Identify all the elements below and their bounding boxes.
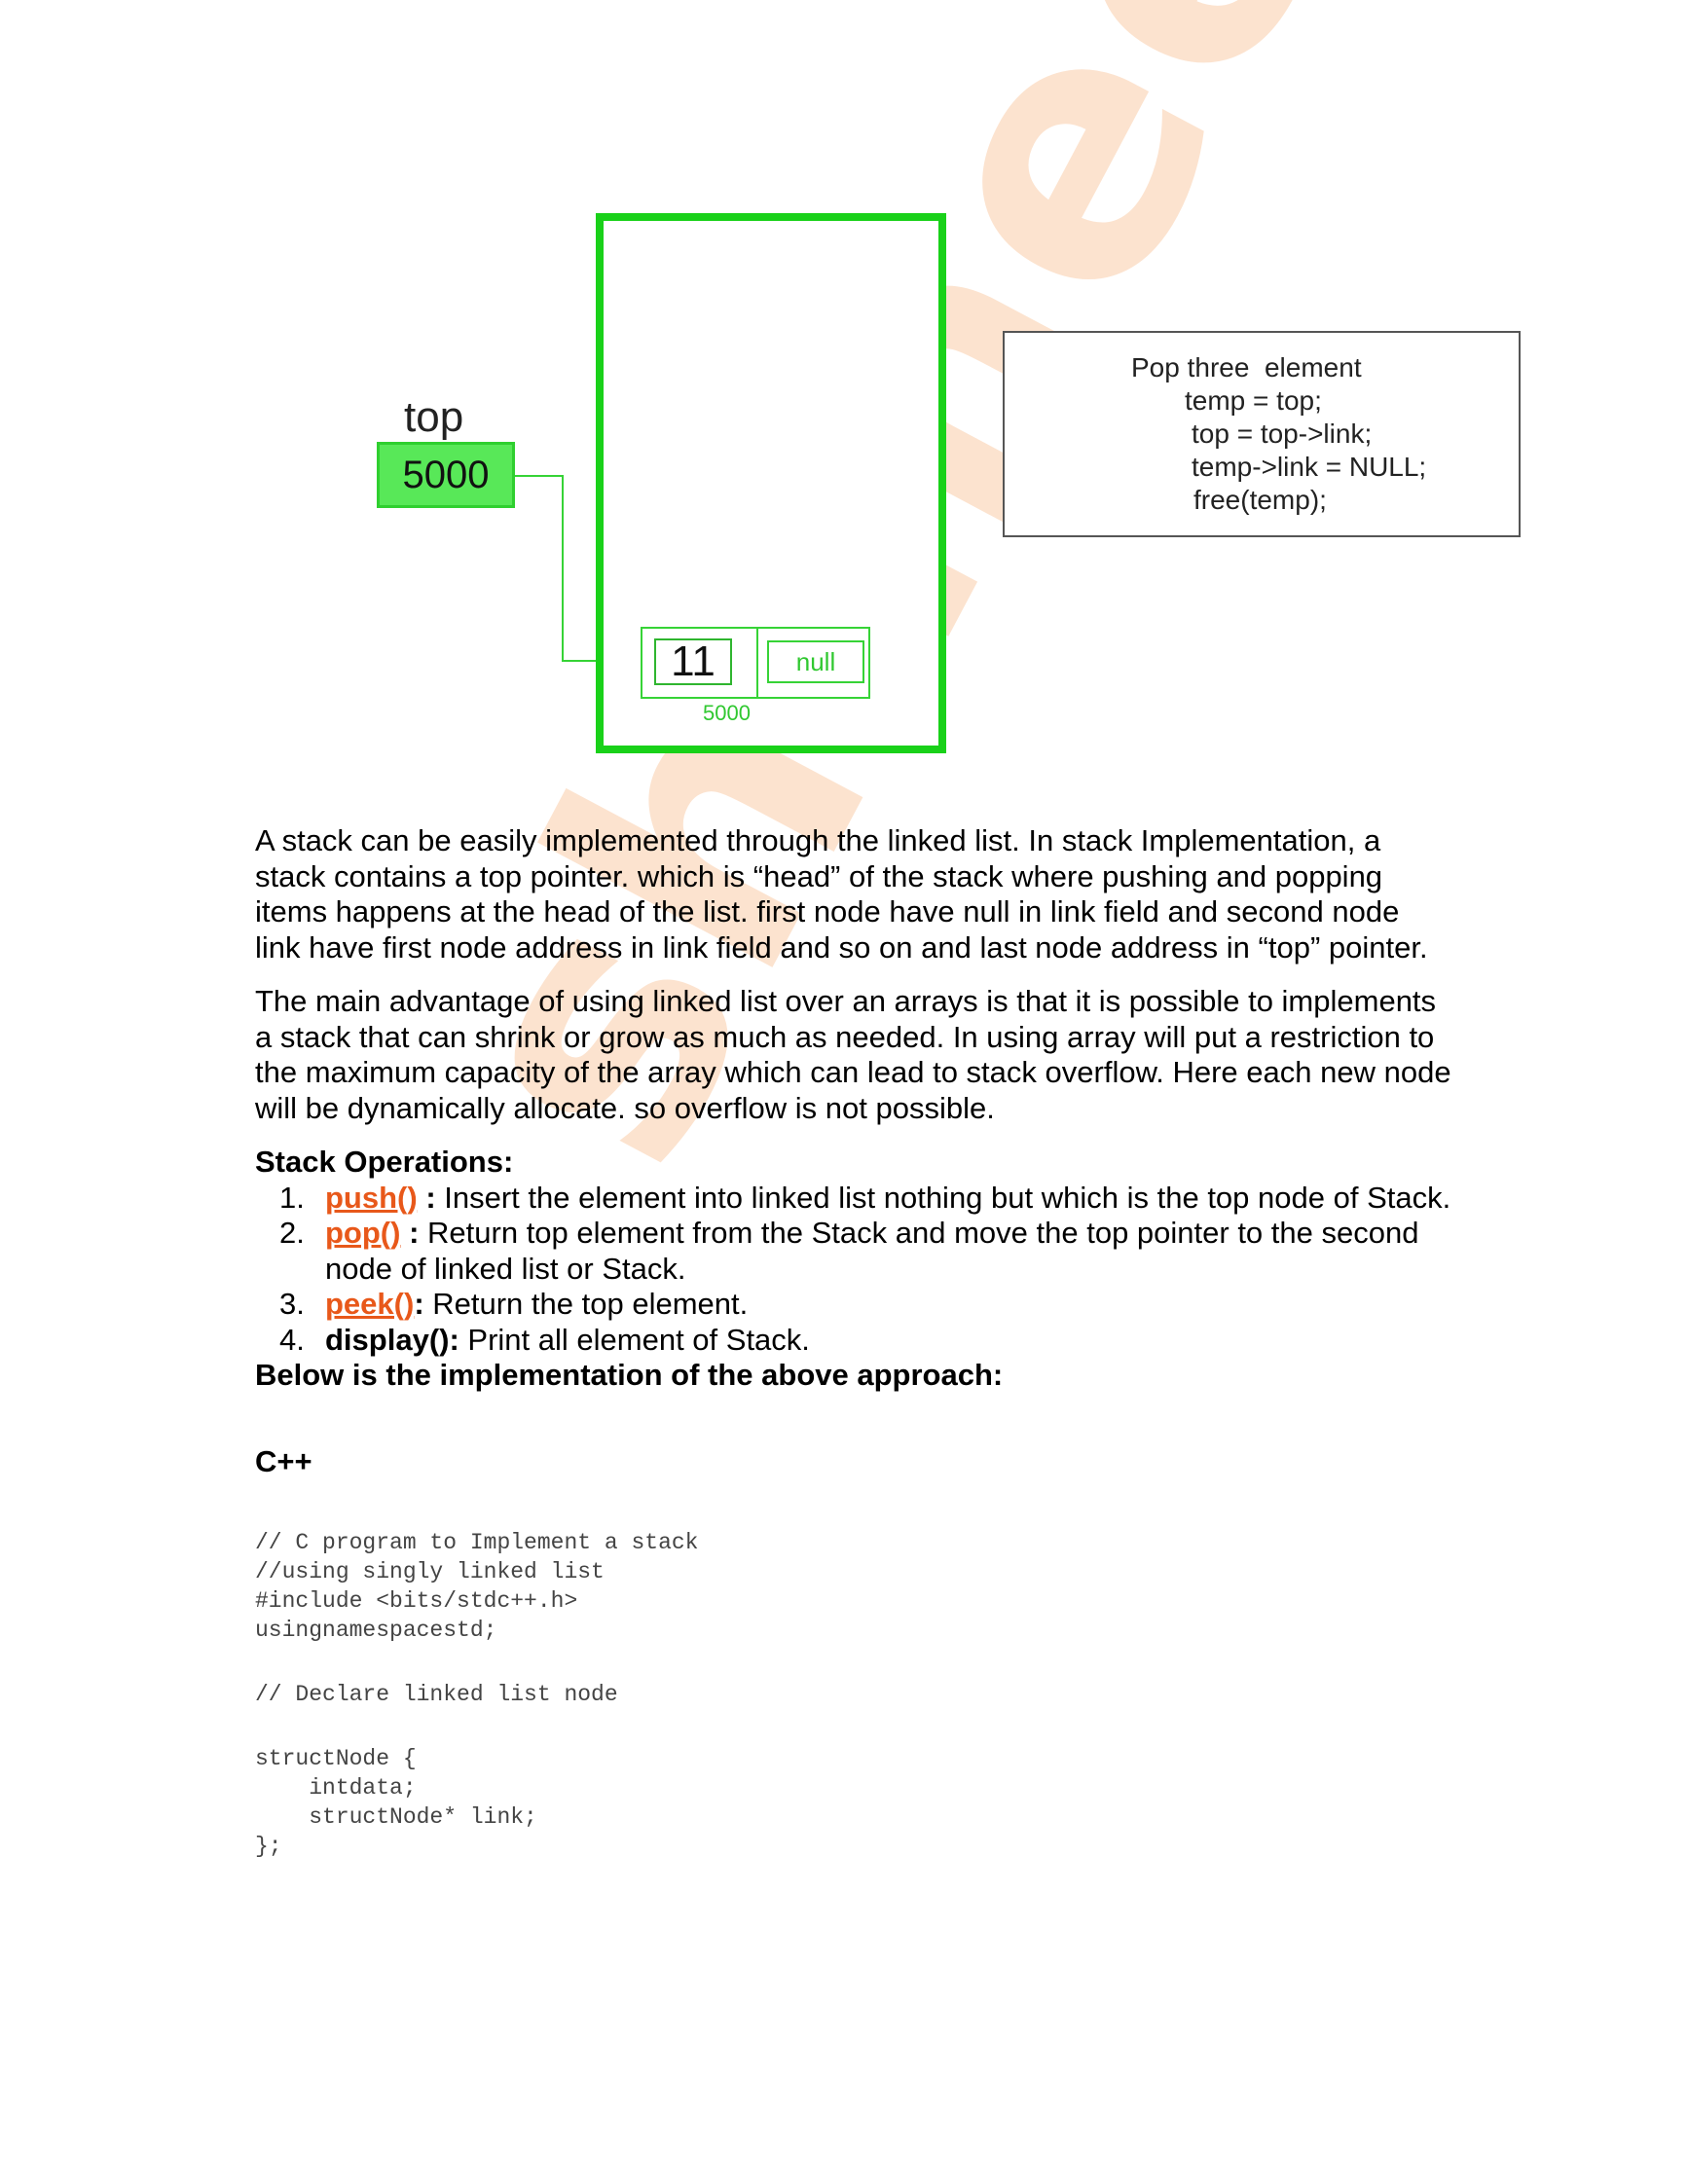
node-data-field: 11 xyxy=(654,637,732,685)
note-line: temp = top; xyxy=(1185,385,1322,416)
paragraph: A stack can be easily implemented throug… xyxy=(255,823,1428,965)
operation-desc: Insert the element into linked list noth… xyxy=(444,1180,1451,1215)
linked-list-node: 11 null xyxy=(641,627,870,699)
separator: : xyxy=(417,1180,445,1215)
pop-link[interactable]: pop() xyxy=(325,1216,400,1250)
node-link-field: null xyxy=(767,640,864,683)
display-op-name: display(): xyxy=(325,1322,459,1357)
operation-desc: Return top element from the Stack and mo… xyxy=(325,1216,1419,1286)
pop-code-note: Pop three element temp = top; top = top-… xyxy=(1003,331,1521,537)
code-block: structNode { intdata; structNode* link; … xyxy=(255,1746,537,1859)
list-item: 4. display(): Print all element of Stack. xyxy=(255,1323,1452,1359)
list-number: 1. xyxy=(279,1180,305,1215)
top-pointer-box: 5000 xyxy=(377,442,515,508)
paragraph: The main advantage of using linked list … xyxy=(255,984,1451,1125)
operations-list: 1. push() : Insert the element into linke… xyxy=(255,1181,1452,1359)
separator: : xyxy=(414,1287,433,1321)
note-title: Pop three element xyxy=(1131,352,1362,382)
note-line: temp->link = NULL; xyxy=(1192,452,1427,482)
push-link[interactable]: push() xyxy=(325,1181,418,1215)
language-title: C++ xyxy=(255,1443,312,1478)
list-number: 4. xyxy=(279,1322,305,1357)
implementation-heading: Below is the implementation of the above… xyxy=(255,1358,1004,1392)
list-item: 2. pop() : Return top element from the St… xyxy=(255,1216,1452,1287)
top-pointer-label: top xyxy=(404,393,464,441)
node-address: 5000 xyxy=(703,701,751,725)
separator: : xyxy=(400,1216,428,1250)
stack-diagram: top 5000 11 null 5000 Pop three element … xyxy=(0,0,1688,779)
peek-link[interactable]: peek() xyxy=(325,1287,414,1321)
document-page: shanee top 5000 11 null 5000 Pop three e… xyxy=(0,0,1688,2184)
document-body: A stack can be easily implemented throug… xyxy=(255,823,1452,1861)
node-divider xyxy=(756,629,758,697)
operations-heading: Stack Operations: xyxy=(255,1145,514,1179)
list-number: 3. xyxy=(279,1287,305,1321)
list-number: 2. xyxy=(279,1216,305,1250)
list-item: 1. push() : Insert the element into linke… xyxy=(255,1181,1452,1217)
list-item: 3. peek(): Return the top element. xyxy=(255,1287,1452,1323)
note-line: free(temp); xyxy=(1193,485,1327,515)
code-block: // C program to Implement a stack //usin… xyxy=(255,1530,699,1643)
code-block: // Declare linked list node xyxy=(255,1682,618,1707)
note-line: top = top->link; xyxy=(1192,419,1373,449)
operation-desc: Return the top element. xyxy=(432,1287,749,1321)
operation-desc: Print all element of Stack. xyxy=(467,1322,810,1357)
